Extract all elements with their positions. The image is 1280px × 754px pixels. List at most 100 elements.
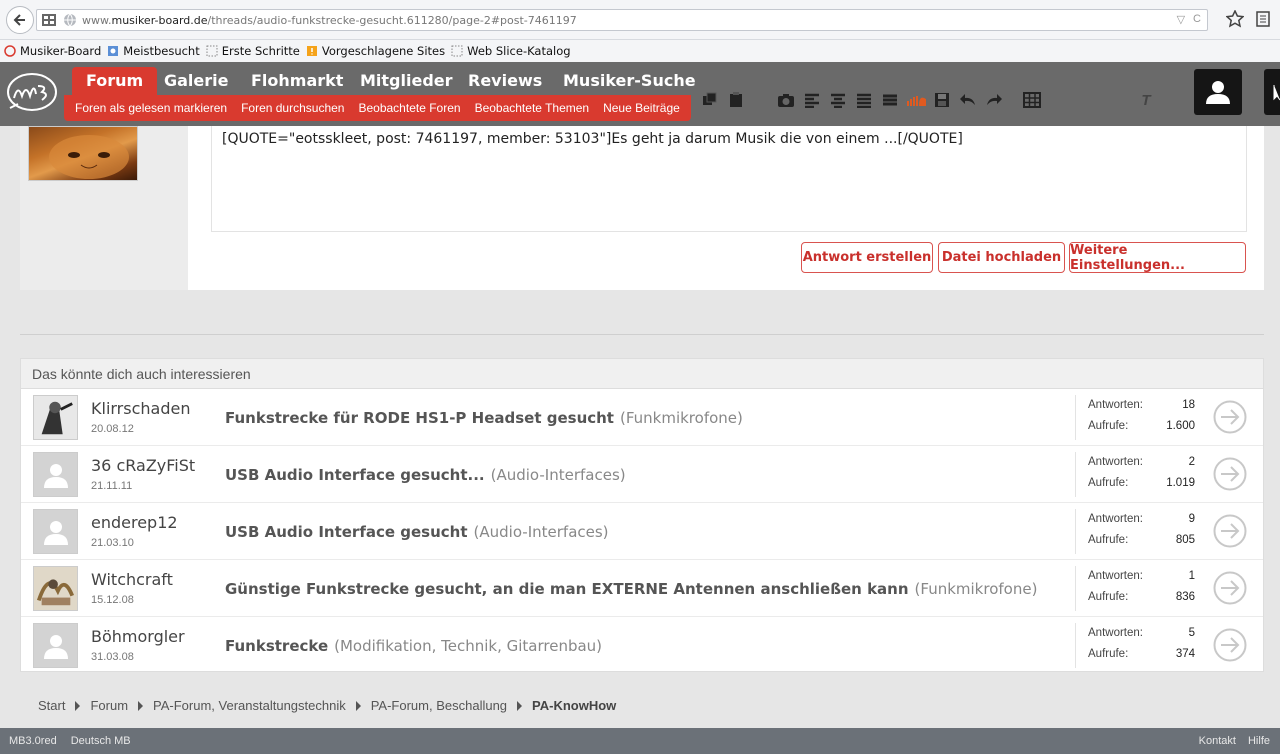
thread-date: 20.08.12 [91, 423, 134, 435]
forum-subnav: Foren als gelesen markieren Foren durchs… [64, 95, 691, 121]
thread-stats: Antworten: 5 Aufrufe: 374 [1075, 623, 1195, 668]
bookmark-musiker-board[interactable]: Musiker-Board [4, 44, 101, 58]
avatar [33, 623, 78, 668]
thread-author[interactable]: enderep12 [91, 513, 178, 532]
arrow-right-circle-icon[interactable] [1213, 628, 1247, 662]
subnav-search-forums[interactable]: Foren durchsuchen [234, 101, 351, 115]
nav-forum[interactable]: Forum [72, 67, 158, 95]
subnav-mark-read[interactable]: Foren als gelesen markieren [68, 101, 234, 115]
cursor-icon [1273, 85, 1280, 101]
undo-icon[interactable] [958, 90, 978, 110]
thread-title[interactable]: Günstige Funkstrecke gesucht, an die man… [225, 580, 1037, 598]
address-field[interactable]: www.musiker-board.de/threads/audio-funks… [36, 9, 1208, 31]
url-text: www.musiker-board.de/threads/audio-funks… [82, 13, 577, 27]
subnav-watched-threads[interactable]: Beobachtete Themen [468, 101, 597, 115]
upload-file-button[interactable]: Datei hochladen [938, 242, 1065, 273]
nav-mitglieder[interactable]: Mitglieder [346, 67, 467, 95]
list-item[interactable]: enderep12 21.03.10 USB Audio Interface g… [21, 503, 1263, 560]
arrow-right-circle-icon[interactable] [1213, 514, 1247, 548]
justify-icon[interactable] [880, 90, 900, 110]
thread-forum[interactable]: (Audio-Interfaces) [491, 466, 626, 484]
bookmarks-bar: Musiker-Board Meistbesucht Erste Schritt… [0, 40, 1280, 62]
mb-favicon-icon [4, 45, 16, 57]
arrow-right-circle-icon[interactable] [1213, 457, 1247, 491]
thread-forum[interactable]: (Modifikation, Technik, Gitarrenbau) [334, 637, 602, 655]
subnav-watched-forums[interactable]: Beobachtete Foren [351, 101, 467, 115]
arrow-right-circle-icon[interactable] [1213, 400, 1247, 434]
nav-flohmarkt[interactable]: Flohmarkt [237, 67, 357, 95]
post-reply-button[interactable]: Antwort erstellen [801, 242, 933, 273]
thread-forum[interactable]: (Funkmikrofone) [915, 580, 1038, 598]
thread-forum[interactable]: (Funkmikrofone) [620, 409, 743, 427]
thread-title[interactable]: Funkstrecke (Modifikation, Technik, Gitar… [225, 637, 602, 655]
breadcrumb-forum[interactable]: Forum [90, 698, 153, 713]
soundcloud-icon[interactable] [906, 90, 926, 110]
thread-title[interactable]: Funkstrecke für RODE HS1-P Headset gesuc… [225, 409, 743, 427]
bookmark-vorgeschlagene-sites[interactable]: Vorgeschlagene Sites [306, 44, 445, 58]
user-menu-button[interactable] [1194, 69, 1242, 115]
blue-page-icon [107, 45, 119, 57]
musiker-board-logo[interactable] [4, 70, 62, 116]
thread-author[interactable]: 36 cRaZyFiSt [91, 456, 195, 475]
list-icon[interactable] [854, 90, 874, 110]
help-link[interactable]: Hilfe [1248, 735, 1270, 747]
bookmark-meistbesucht[interactable]: Meistbesucht [107, 44, 200, 58]
avatar [33, 395, 78, 440]
default-user-icon [43, 520, 68, 545]
orange-page-icon [306, 45, 318, 57]
camera-icon[interactable] [776, 90, 796, 110]
style-chooser-link[interactable]: MB3.0red [9, 735, 57, 747]
avatar [28, 126, 138, 181]
thread-date: 21.03.10 [91, 537, 134, 549]
back-button[interactable] [6, 6, 34, 34]
nav-galerie[interactable]: Galerie [150, 67, 243, 95]
editor-content[interactable]: [QUOTE="eotsskleet, post: 7461197, membe… [222, 131, 963, 147]
thread-stats: Antworten: 18 Aufrufe: 1.600 [1075, 395, 1195, 440]
language-chooser-link[interactable]: Deutsch MB [71, 735, 131, 747]
arrow-right-circle-icon[interactable] [1213, 571, 1247, 605]
breadcrumb-pa-forum[interactable]: PA-Forum, Veranstaltungstechnik [153, 698, 371, 713]
globe-icon [63, 13, 77, 27]
thread-stats: Antworten: 9 Aufrufe: 805 [1075, 509, 1195, 554]
thread-author[interactable]: Witchcraft [91, 570, 173, 589]
thread-date: 31.03.08 [91, 651, 134, 663]
reading-list-icon[interactable] [1254, 10, 1272, 31]
bookmark-erste-schritte[interactable]: Erste Schritte [206, 44, 300, 58]
redo-icon[interactable] [984, 90, 1004, 110]
list-item[interactable]: 36 cRaZyFiSt 21.11.11 USB Audio Interfac… [21, 446, 1263, 503]
reload-icon[interactable]: C [1193, 13, 1201, 26]
list-item[interactable]: Klirrschaden 20.08.12 Funkstrecke für RO… [21, 389, 1263, 446]
nav-musiker-suche[interactable]: Musiker-Suche [549, 67, 710, 95]
align-center-icon[interactable] [828, 90, 848, 110]
dropdown-arrow-icon[interactable]: ▽ [1177, 13, 1185, 26]
thread-title[interactable]: USB Audio Interface gesucht (Audio-Interf… [225, 523, 609, 541]
more-options-button[interactable]: Weitere Einstellungen... [1069, 242, 1246, 273]
bookmark-web-slice-katalog[interactable]: Web Slice-Katalog [451, 44, 571, 58]
list-item[interactable]: Böhmorgler 31.03.08 Funkstrecke (Modifika… [21, 617, 1263, 674]
copy-icon[interactable] [700, 90, 720, 110]
thread-author[interactable]: Klirrschaden [91, 399, 190, 418]
breadcrumb-start[interactable]: Start [38, 698, 90, 713]
chevron-right-icon [75, 700, 81, 711]
side-panel-button[interactable] [1264, 69, 1280, 115]
align-left-icon[interactable] [802, 90, 822, 110]
list-item[interactable]: Witchcraft 15.12.08 Günstige Funkstrecke… [21, 560, 1263, 617]
subnav-new-posts[interactable]: Neue Beiträge [596, 101, 687, 115]
italic-text-icon[interactable]: T [1136, 90, 1156, 110]
breadcrumb-beschallung[interactable]: PA-Forum, Beschallung [371, 698, 532, 713]
paste-icon[interactable] [726, 90, 746, 110]
page-footer: MB3.0red Deutsch MB Kontakt Hilfe [0, 728, 1280, 754]
thread-author[interactable]: Böhmorgler [91, 627, 185, 646]
star-icon[interactable] [1225, 9, 1245, 31]
table-icon[interactable] [1022, 90, 1042, 110]
contact-link[interactable]: Kontakt [1199, 735, 1236, 747]
thread-forum[interactable]: (Audio-Interfaces) [474, 523, 609, 541]
save-icon[interactable] [932, 90, 952, 110]
thread-date: 15.12.08 [91, 594, 134, 606]
dotted-page-icon [451, 45, 463, 57]
dotted-page-icon [206, 45, 218, 57]
nav-reviews[interactable]: Reviews [454, 67, 556, 95]
breadcrumb-knowhow[interactable]: PA-KnowHow [532, 698, 616, 713]
thread-stats: Antworten: 2 Aufrufe: 1.019 [1075, 452, 1195, 497]
thread-title[interactable]: USB Audio Interface gesucht... (Audio-Int… [225, 466, 626, 484]
